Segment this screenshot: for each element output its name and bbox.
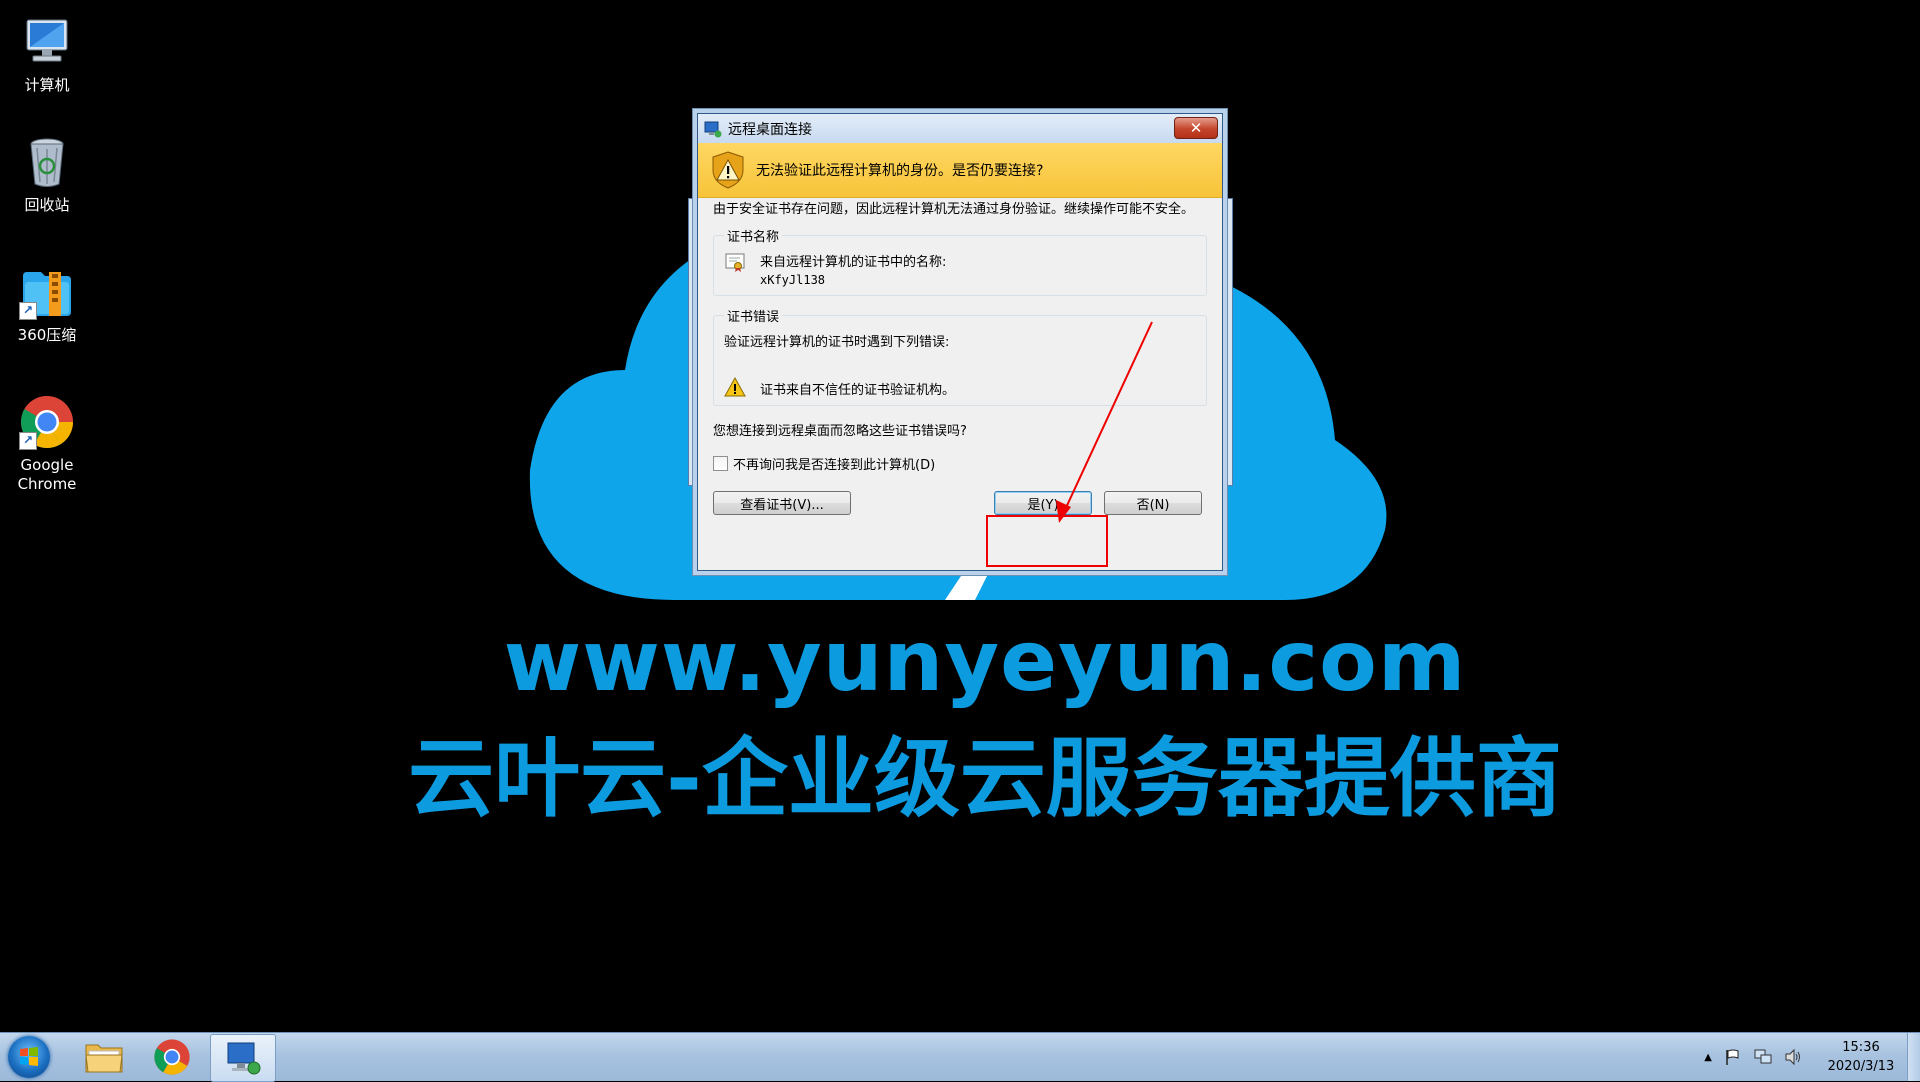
taskbar-file-explorer[interactable] [72,1034,136,1080]
start-button[interactable] [8,1036,50,1078]
chrome-icon [154,1039,190,1075]
clock-date: 2020/3/13 [1827,1059,1895,1074]
taskbar-chrome[interactable] [140,1034,204,1080]
annotation-arrow [1056,321,1153,523]
taskbar-remote-desktop[interactable] [210,1034,276,1082]
folder-icon [85,1044,123,1073]
clock-time: 15:36 [1842,1040,1880,1055]
volume-icon[interactable] [1784,1048,1802,1066]
action-center-flag-icon[interactable] [1724,1048,1742,1066]
show-desktop-button[interactable] [1907,1033,1920,1081]
system-tray: ▲ 15:36 2020/3/13 [1704,1033,1906,1081]
tray-expand-button[interactable]: ▲ [1704,1052,1712,1063]
remote-desktop-icon [227,1042,261,1075]
clock[interactable]: 15:36 2020/3/13 [1816,1038,1906,1076]
network-icon[interactable] [1754,1048,1772,1066]
taskbar: ▲ 15:36 2020/3/13 [0,1032,1920,1082]
windows-logo-icon [20,1047,38,1066]
